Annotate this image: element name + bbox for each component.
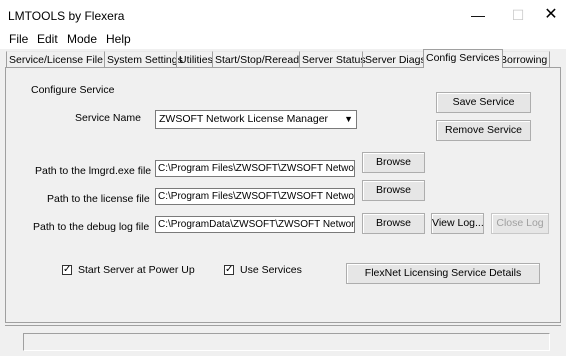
tab-config-services[interactable]: Config Services <box>423 49 503 68</box>
tab-strip: Service/License File System Settings Uti… <box>0 49 566 68</box>
close-log-button[interactable]: Close Log <box>491 213 549 234</box>
dropdown-arrow-icon: ▼ <box>344 114 353 124</box>
service-name-select[interactable]: ZWSOFT Network License Manager ▼ <box>155 110 357 129</box>
use-services-label: Use Services <box>240 264 302 276</box>
close-button[interactable]: ✕ <box>536 4 566 26</box>
license-path-field[interactable]: C:\Program Files\ZWSOFT\ZWSOFT Network L <box>155 188 355 205</box>
start-at-power-up-label: Start Server at Power Up <box>78 264 195 276</box>
tab-server-status[interactable]: Server Status <box>299 51 368 67</box>
flexnet-service-details-button[interactable]: FlexNet Licensing Service Details <box>346 263 540 284</box>
view-log-button[interactable]: View Log... <box>431 213 484 234</box>
menu-file[interactable]: File <box>9 32 28 46</box>
tab-system-settings[interactable]: System Settings <box>104 51 185 67</box>
menu-help[interactable]: Help <box>106 32 131 46</box>
remove-service-button[interactable]: Remove Service <box>436 120 531 141</box>
window-title: LMTOOLS by Flexera <box>8 9 125 23</box>
title-bar: LMTOOLS by Flexera — ☐ ✕ <box>0 0 566 30</box>
lmgrd-path-field[interactable]: C:\Program Files\ZWSOFT\ZWSOFT Network L <box>155 160 355 177</box>
debug-log-path-label: Path to the debug log file <box>33 221 150 233</box>
menu-bar: File Edit Mode Help <box>0 30 566 49</box>
minimize-button[interactable]: — <box>463 4 493 26</box>
license-path-label: Path to the license file <box>47 193 150 205</box>
use-services-checkbox[interactable]: ✓ <box>224 265 234 275</box>
configure-service-label: Configure Service <box>31 84 115 96</box>
tab-server-diags[interactable]: Server Diags <box>362 51 428 67</box>
menu-mode[interactable]: Mode <box>67 32 97 46</box>
start-at-power-up-checkbox[interactable]: ✓ <box>62 265 72 275</box>
browse-debug-log-button[interactable]: Browse <box>362 213 425 234</box>
menu-edit[interactable]: Edit <box>37 32 58 46</box>
status-text-box <box>23 333 550 351</box>
save-service-button[interactable]: Save Service <box>436 92 531 113</box>
debug-log-path-field[interactable]: C:\ProgramData\ZWSOFT\ZWSOFT Network L <box>155 216 355 233</box>
service-name-value: ZWSOFT Network License Manager <box>159 113 329 125</box>
browse-lmgrd-button[interactable]: Browse <box>362 152 425 173</box>
maximize-button[interactable]: ☐ <box>503 4 533 26</box>
tab-borrowing[interactable]: Borrowing <box>497 51 551 67</box>
tab-service-license-file[interactable]: Service/License File <box>6 51 105 67</box>
lmgrd-path-label: Path to the lmgrd.exe file <box>35 165 152 177</box>
browse-license-button[interactable]: Browse <box>362 180 425 201</box>
tab-utilities[interactable]: Utilities <box>176 51 215 67</box>
service-name-label: Service Name <box>75 112 141 124</box>
tab-start-stop-reread[interactable]: Start/Stop/Reread <box>212 51 302 67</box>
status-bar <box>5 325 561 352</box>
